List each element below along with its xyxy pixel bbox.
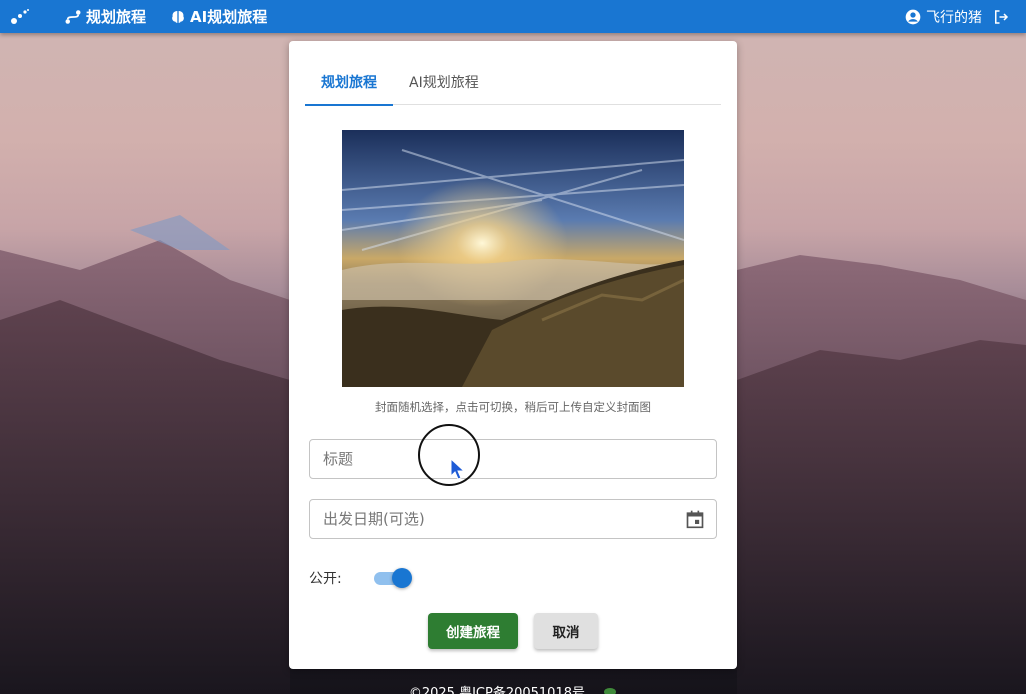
public-toggle-row: 公开:	[309, 567, 412, 589]
nav-ai-plan-trip-label: AI规划旅程	[190, 8, 268, 26]
click-indicator-ring	[418, 424, 480, 486]
logout-icon	[995, 9, 1009, 24]
nav-plan-trip[interactable]: 规划旅程	[64, 6, 146, 27]
app-logo[interactable]	[0, 0, 40, 33]
account-circle-icon	[905, 9, 921, 24]
date-field[interactable]	[309, 499, 717, 539]
cancel-button[interactable]: 取消	[534, 613, 598, 649]
calendar-icon[interactable]	[685, 509, 705, 529]
public-label: 公开:	[309, 571, 342, 587]
switch-thumb	[391, 568, 412, 588]
user-menu[interactable]: 飞行的猪	[905, 7, 982, 27]
footer-copyright: ©2025 粤ICP备20051018号	[408, 686, 585, 694]
top-app-bar: 规划旅程 AI规划旅程 飞行的猪	[0, 0, 1026, 33]
logout-button[interactable]	[992, 8, 1010, 26]
leaf-icon	[603, 686, 617, 694]
footer: ©2025 粤ICP备20051018号	[0, 682, 1026, 694]
title-input[interactable]	[310, 440, 716, 478]
nav-ai-plan-trip[interactable]: AI规划旅程	[170, 6, 267, 27]
departure-date-input[interactable]	[310, 500, 716, 538]
username: 飞行的猪	[926, 9, 982, 26]
route-icon	[65, 9, 81, 24]
cover-image[interactable]	[342, 130, 684, 387]
tab-bar: 规划旅程 AI规划旅程	[305, 59, 721, 106]
brain-icon	[172, 10, 184, 23]
create-trip-button[interactable]: 创建旅程	[428, 613, 518, 649]
tab-plan-trip[interactable]: 规划旅程	[305, 59, 393, 106]
nav-plan-trip-label: 规划旅程	[86, 8, 147, 26]
public-switch[interactable]	[372, 567, 412, 589]
tab-ai-plan-trip[interactable]: AI规划旅程	[393, 59, 495, 105]
cover-hint-text: 封面随机选择，点击可切换，稍后可上传自定义封面图	[375, 400, 651, 414]
title-field[interactable]	[309, 439, 717, 479]
create-trip-card: 规划旅程 AI规划旅程 封面随机选择，点击可切换，稍后可上传自定义封面图 标题 …	[289, 41, 737, 669]
mouse-cursor-icon	[450, 458, 466, 480]
